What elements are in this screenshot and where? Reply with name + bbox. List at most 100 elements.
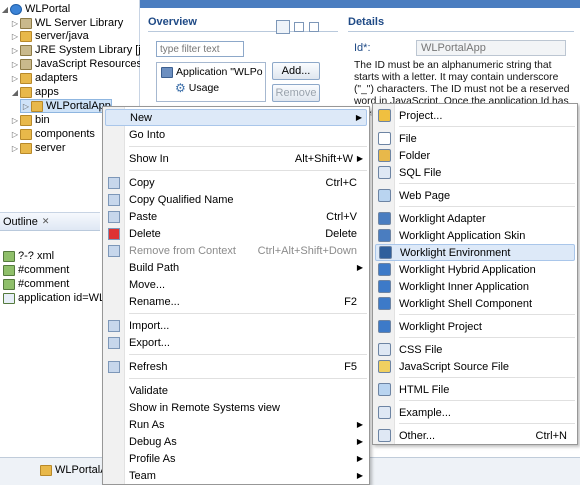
submenu-item-label: Project... [399,109,443,122]
menu-item-run-as[interactable]: Run As ▶ [105,416,367,433]
tree-item-label: server [35,142,66,154]
folder-icon [40,464,52,476]
menu-item-copy-qualified-name[interactable]: Copy Qualified Name [105,191,367,208]
menu-item-shortcut: F2 [344,295,357,308]
expand-toggle-icon[interactable]: ▷ [10,32,20,41]
sort-icon[interactable] [276,20,290,34]
submenu-item-label: Worklight Inner Application [399,280,530,293]
remove-button[interactable]: Remove [272,84,320,102]
tree-item-components[interactable]: ▷ components [10,127,95,141]
application-tree[interactable]: Application "WLPo ⚙ Usage [156,62,266,102]
tree-item-label: components [35,128,95,140]
details-section-title: Details [348,16,574,32]
paste-icon [108,210,120,223]
outline-item[interactable]: ?-? xml [3,249,54,263]
css-file-icon [378,343,391,356]
tree-item-server-java[interactable]: ▷ server/java [10,29,89,43]
expand-toggle-icon[interactable]: ▷ [10,116,20,125]
tree-item-wl-server-library[interactable]: ▷ WL Server Library [10,16,123,30]
application-tree-item[interactable]: Application "WLPo [161,66,263,78]
context-menu: New ▶ Go Into Show In Alt+Shift+W ▶ Copy Ctrl+C… [102,106,370,485]
submenu-item-worklight-adapter[interactable]: Worklight Adapter [375,210,575,227]
submenu-item-file[interactable]: File [375,130,575,147]
menu-item-export[interactable]: Export... [105,334,367,351]
expand-toggle-icon[interactable]: ▷ [21,102,31,111]
tree-item-label: server/java [35,30,89,42]
tree-item-bin[interactable]: ▷ bin [10,113,50,127]
filter-input[interactable] [156,41,244,57]
menu-item-profile-as[interactable]: Profile As ▶ [105,450,367,467]
menu-item-go-into[interactable]: Go Into [105,126,367,143]
submenu-item-label: Worklight Adapter [399,212,486,225]
add-button[interactable]: Add... [272,62,320,80]
expand-toggle-icon[interactable]: ◢ [0,5,10,14]
menu-item-show-in[interactable]: Show In Alt+Shift+W ▶ [105,150,367,167]
submenu-item-worklight-application-skin[interactable]: Worklight Application Skin [375,227,575,244]
expand-all-icon[interactable] [294,22,304,32]
menu-item-new[interactable]: New ▶ [105,109,367,126]
submenu-item-label: SQL File [399,166,442,179]
tree-item-apps[interactable]: ◢ apps [10,85,59,99]
submenu-item-worklight-hybrid-application[interactable]: Worklight Hybrid Application [375,261,575,278]
tree-item-javascript-resources[interactable]: ▷ JavaScript Resources [10,57,142,71]
worklight-inner-icon [378,280,391,293]
submenu-item-javascript-source-file[interactable]: JavaScript Source File [375,358,575,375]
menu-item-team[interactable]: Team ▶ [105,467,367,484]
close-icon[interactable]: ✕ [42,216,50,227]
import-icon [108,319,120,332]
submenu-item-folder[interactable]: Folder [375,147,575,164]
tree-item-wlportalapp[interactable]: ▷ WLPortalApp [20,99,112,113]
menu-item-rename[interactable]: Rename... F2 [105,293,367,310]
menu-item-label: Build Path [129,261,180,274]
menu-item-refresh[interactable]: Refresh F5 [105,358,367,375]
submenu-item-label: Other... [399,429,436,442]
menu-item-debug-as[interactable]: Debug As ▶ [105,433,367,450]
other-icon [378,429,391,442]
submenu-item-worklight-environment[interactable]: Worklight Environment [375,244,575,261]
outline-tab[interactable]: Outline ✕ [0,213,100,231]
expand-toggle-icon[interactable]: ◢ [10,88,20,97]
submenu-item-web-page[interactable]: Web Page [375,187,575,204]
submenu-item-worklight-project[interactable]: Worklight Project [375,318,575,335]
menu-item-label: Import... [129,319,170,332]
menu-item-import[interactable]: Import... [105,317,367,334]
collapse-all-icon[interactable] [309,22,319,32]
tree-item-server[interactable]: ▷ server [10,141,66,155]
expand-toggle-icon[interactable]: ▷ [10,144,20,153]
tree-item-wlportal[interactable]: ◢ WLPortal [0,2,70,16]
menu-item-copy[interactable]: Copy Ctrl+C [105,174,367,191]
library-icon [20,44,32,56]
submenu-item-other[interactable]: Other... Ctrl+N [375,427,575,444]
menu-item-delete[interactable]: Delete Delete [105,225,367,242]
submenu-item-sql-file[interactable]: SQL File [375,164,575,181]
outline-item[interactable]: #comment [3,277,69,291]
submenu-item-example[interactable]: Example... [375,404,575,421]
submenu-item-label: CSS File [399,343,443,356]
menu-item-show-in-remote-systems-view[interactable]: Show in Remote Systems view [105,399,367,416]
tree-item-adapters[interactable]: ▷ adapters [10,71,78,85]
submenu-item-worklight-shell-component[interactable]: Worklight Shell Component [375,295,575,312]
expand-toggle-icon[interactable]: ▷ [10,74,20,83]
expand-toggle-icon[interactable]: ▷ [10,46,20,55]
expand-toggle-icon[interactable]: ▷ [10,60,20,69]
editor-title-bar [140,0,580,8]
submenu-arrow-icon: ▶ [356,420,363,429]
folder-icon [20,30,32,42]
id-field[interactable] [416,40,566,56]
submenu-item-project[interactable]: Project... [375,107,575,124]
menu-item-shortcut: Alt+Shift+W [294,152,353,165]
submenu-item-worklight-inner-application[interactable]: Worklight Inner Application [375,278,575,295]
outline-item[interactable]: #comment [3,263,69,277]
menu-item-validate[interactable]: Validate [105,382,367,399]
submenu-item-css-file[interactable]: CSS File [375,341,575,358]
worklight-shell-icon [378,297,391,310]
menu-item-move[interactable]: Move... [105,276,367,293]
menu-item-paste[interactable]: Paste Ctrl+V [105,208,367,225]
menu-item-build-path[interactable]: Build Path ▶ [105,259,367,276]
usage-tree-item[interactable]: ⚙ Usage [175,81,219,95]
expand-toggle-icon[interactable]: ▷ [10,130,20,139]
menu-item-shortcut: F5 [344,360,357,373]
submenu-item-html-file[interactable]: HTML File [375,381,575,398]
expand-toggle-icon[interactable]: ▷ [10,19,20,28]
submenu-item-label: Worklight Hybrid Application [399,263,536,276]
